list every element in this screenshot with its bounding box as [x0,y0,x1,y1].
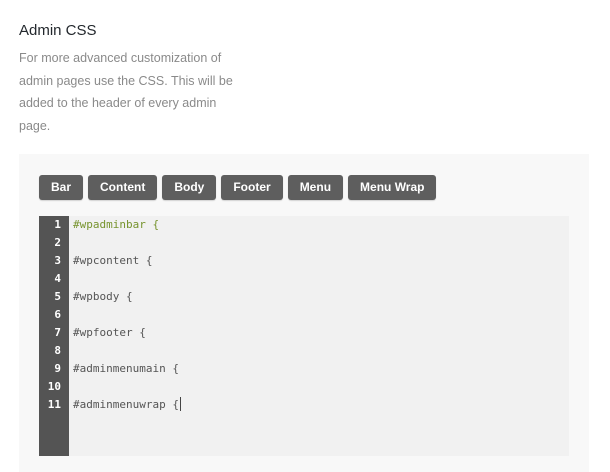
line-number: 7 [54,326,61,339]
code-line: 7 #wpfooter { [39,324,569,342]
code-line: 6 [39,306,569,324]
code-line: 8 [39,342,569,360]
line-text: #wpcontent { [73,254,153,267]
line-number: 3 [54,254,61,267]
line-number: 8 [54,344,61,357]
body-button[interactable]: Body [162,175,217,200]
code-line: 4 [39,270,569,288]
menu-wrap-button[interactable]: Menu Wrap [348,175,437,200]
code-line: 9 #adminmenumain { [39,360,569,378]
line-number: 2 [54,236,61,249]
code-line: 2 [39,234,569,252]
line-number: 5 [54,290,61,303]
line-number: 11 [47,398,61,411]
line-text: #wpfooter { [73,326,146,339]
section-description: For more advanced customization of admin… [19,51,233,133]
admin-css-settings: Admin CSS For more advanced customizatio… [0,0,610,472]
code-editor[interactable]: 1 #wpadminbar { 2 3 #wpcontent { 4 5 #wp… [39,216,569,456]
code-line: 3 #wpcontent { [39,252,569,270]
line-text: #wpbody { [73,290,133,303]
line-text: #wpadminbar { [73,218,160,231]
line-number: 10 [47,380,61,393]
css-editor-panel: Bar Content Body Footer Menu Menu Wrap 1… [19,154,589,472]
selector-button-row: Bar Content Body Footer Menu Menu Wrap [39,175,437,200]
menu-button[interactable]: Menu [287,175,344,200]
section-title: Admin CSS [19,22,97,39]
line-text: #adminmenumain { [73,362,179,375]
footer-button[interactable]: Footer [221,175,283,200]
line-number: 1 [54,218,61,231]
line-text-last: #adminmenuwrap { [73,396,181,414]
line-number: 4 [54,272,61,285]
code-line: 1 #wpadminbar { [39,216,569,234]
line-text: #adminmenuwrap { [73,398,179,411]
bar-button[interactable]: Bar [39,175,84,200]
code-line: 10 [39,378,569,396]
code-line: 11 #adminmenuwrap { [39,396,569,414]
text-cursor [179,397,181,411]
code-line: 5 #wpbody { [39,288,569,306]
line-number: 9 [54,362,61,375]
content-button[interactable]: Content [88,175,158,200]
line-number: 6 [54,308,61,321]
